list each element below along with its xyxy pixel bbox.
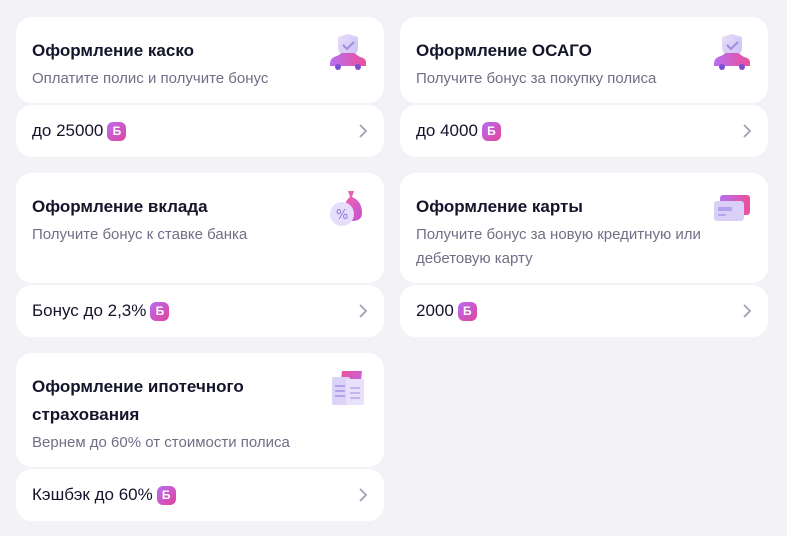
offer-amount: Кэшбэк до 60%: [32, 485, 153, 504]
offer-title: Оформление вклада: [32, 197, 208, 216]
offer-title: Оформление каско: [32, 41, 195, 60]
bonus-badge-icon: Б: [156, 485, 176, 505]
offer-card-mortgage-insurance-header[interactable]: Оформление ипотечного страхования Вернем…: [16, 353, 384, 467]
car-shield-icon: [714, 34, 750, 70]
bonus-badge-icon: Б: [107, 121, 127, 141]
bonus-badge-icon: Б: [481, 121, 501, 141]
chevron-right-icon: [359, 488, 368, 502]
offer-title: Оформление карты: [416, 197, 583, 216]
offer-card-bank-card-footer[interactable]: 2000 Б: [400, 285, 768, 337]
chevron-right-icon: [359, 124, 368, 138]
money-bag-percent-icon: %: [330, 191, 362, 226]
offer-title: Оформление ипотечного страхования: [32, 377, 244, 424]
offer-card-kasko-header[interactable]: Оформление каско Оплатите полис и получи…: [16, 17, 384, 103]
offer-subtitle: Получите бонус за новую кредитную или де…: [416, 226, 701, 267]
chevron-right-icon: [743, 124, 752, 138]
offer-card-osago-footer[interactable]: до 4000 Б: [400, 105, 768, 157]
offer-card-deposit: Оформление вклада Получите бонус к ставк…: [16, 173, 384, 337]
offer-subtitle: Оплатите полис и получите бонус: [32, 70, 269, 87]
offer-subtitle: Получите бонус за покупку полиса: [416, 70, 657, 87]
offer-subtitle: Вернем до 60% от стоимости полиса: [32, 434, 290, 451]
bonus-badge-icon: Б: [457, 301, 477, 321]
offer-title: Оформление ОСАГО: [416, 41, 592, 60]
documents-icon: [332, 371, 364, 405]
offer-card-mortgage-insurance: Оформление ипотечного страхования Вернем…: [16, 353, 384, 521]
car-shield-icon: [330, 34, 366, 70]
offer-amount: до 4000: [416, 121, 478, 140]
offers-grid: Оформление каско Оплатите полис и получи…: [0, 0, 787, 536]
chevron-right-icon: [743, 304, 752, 318]
chevron-right-icon: [359, 304, 368, 318]
offer-card-osago: Оформление ОСАГО Получите бонус за покуп…: [400, 17, 768, 157]
svg-text:%: %: [336, 208, 348, 223]
offer-amount: 2000: [416, 301, 454, 320]
offer-card-bank-card: Оформление карты Получите бонус за новую…: [400, 173, 768, 337]
offer-card-osago-header[interactable]: Оформление ОСАГО Получите бонус за покуп…: [400, 17, 768, 103]
bonus-badge-icon: Б: [150, 301, 170, 321]
offer-card-kasko: Оформление каско Оплатите полис и получи…: [16, 17, 384, 157]
offer-card-bank-card-header[interactable]: Оформление карты Получите бонус за новую…: [400, 173, 768, 283]
cards-icon: [714, 195, 750, 221]
offer-amount: Бонус до 2,3%: [32, 301, 147, 320]
offer-card-kasko-footer[interactable]: до 25000 Б: [16, 105, 384, 157]
offer-card-mortgage-insurance-footer[interactable]: Кэшбэк до 60% Б: [16, 469, 384, 521]
offer-subtitle: Получите бонус к ставке банка: [32, 226, 248, 243]
offer-card-deposit-footer[interactable]: Бонус до 2,3% Б: [16, 285, 384, 337]
offer-card-deposit-header[interactable]: Оформление вклада Получите бонус к ставк…: [16, 173, 384, 283]
offer-amount: до 25000: [32, 121, 104, 140]
